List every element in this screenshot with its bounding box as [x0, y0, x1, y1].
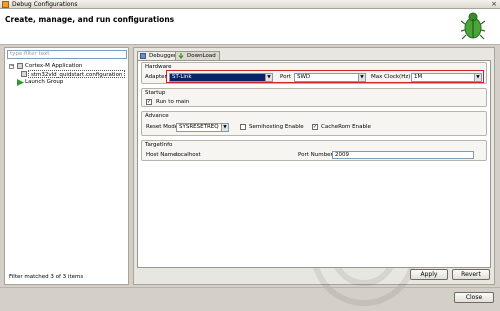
filter-status: Filter matched 3 of 3 items — [9, 274, 84, 280]
reset-mode-select[interactable]: SYSRESETREQ ▼ — [176, 123, 229, 132]
hardware-group: Hardware Adapter ST-Link ▼ Port SWD ▼ Ma… — [141, 62, 487, 84]
port-number-label: Port Number: — [298, 152, 335, 158]
debugger-tab-icon — [140, 53, 146, 59]
port-select[interactable]: SWD ▼ — [294, 73, 366, 82]
chevron-down-icon[interactable]: ▼ — [221, 124, 228, 131]
button-bar-separator — [0, 287, 500, 288]
advance-group-label: Advance — [145, 113, 169, 119]
host-name-label: Host Name: — [146, 152, 179, 158]
config-editor-panel: Debugger DownLoad Hardware Adapter ST-Li… — [133, 47, 495, 306]
app-icon — [2, 1, 9, 8]
host-name-value[interactable]: localhost — [176, 152, 201, 158]
tab-debugger[interactable]: Debugger — [137, 51, 181, 60]
port-value: SWD — [297, 74, 311, 80]
adapter-value: ST-Link — [172, 74, 192, 80]
bug-icon — [460, 12, 486, 40]
startup-group: Startup ✓ Run to main — [141, 88, 487, 107]
cacherom-label: CacheRom Enable — [321, 124, 371, 130]
reset-mode-value: SYSRESETREQ — [179, 124, 219, 130]
port-number-input[interactable]: 2009 — [332, 151, 474, 159]
adapter-label: Adapter — [145, 74, 167, 80]
tree-collapse-icon[interactable]: − — [9, 64, 14, 69]
config-tree-panel: type filter text − Cortex-M Application … — [4, 47, 129, 285]
cortex-app-icon — [17, 63, 23, 69]
targetinfo-group-label: TargetInfo — [145, 142, 173, 148]
header-title: Create, manage, and run configurations — [5, 15, 175, 24]
port-label: Port — [280, 74, 291, 80]
adapter-select[interactable]: ST-Link ▼ — [169, 73, 273, 82]
launch-group-icon — [17, 79, 24, 86]
debugger-tab-content: Hardware Adapter ST-Link ▼ Port SWD ▼ Ma… — [137, 60, 491, 268]
window-title: Debug Configurations — [12, 1, 78, 8]
reset-mode-label: Reset Mode — [146, 124, 179, 130]
dialog-header: Create, manage, and run configurations — [0, 9, 500, 45]
revert-button[interactable]: Revert — [452, 269, 490, 280]
download-tab-icon — [178, 53, 184, 59]
window-close-icon[interactable]: × — [490, 1, 498, 8]
startup-group-label: Startup — [145, 90, 166, 96]
configuration-icon — [21, 71, 27, 77]
tree-item-cortex-m[interactable]: Cortex-M Application — [25, 62, 82, 70]
run-to-main-checkbox[interactable]: ✓ — [146, 99, 152, 105]
apply-button[interactable]: Apply — [410, 269, 448, 280]
tab-download-label: DownLoad — [187, 53, 216, 59]
run-to-main-label: Run to main — [156, 99, 190, 105]
tab-download[interactable]: DownLoad — [175, 51, 220, 60]
advance-group: Advance Reset Mode SYSRESETREQ ▼ Semihos… — [141, 111, 487, 136]
filter-input[interactable]: type filter text — [7, 50, 127, 59]
tab-debugger-label: Debugger — [149, 53, 177, 59]
chevron-down-icon[interactable]: ▼ — [358, 74, 365, 81]
max-clock-label: Max Clock(Hz) — [371, 74, 411, 80]
max-clock-select[interactable]: 1M ▼ — [411, 73, 482, 82]
tree-item-configuration[interactable]: stm32vld_quidstart.configuration — [28, 70, 126, 78]
max-clock-value: 1M — [414, 74, 423, 80]
tree-item-launch-group[interactable]: Launch Group — [25, 78, 63, 86]
semihosting-checkbox[interactable] — [240, 124, 246, 130]
close-button[interactable]: Close — [454, 292, 494, 303]
chevron-down-icon[interactable]: ▼ — [265, 74, 272, 81]
targetinfo-group: TargetInfo Host Name: localhost Port Num… — [141, 140, 487, 161]
chevron-down-icon[interactable]: ▼ — [474, 74, 481, 81]
semihosting-label: Semihosting Enable — [249, 124, 304, 130]
window-titlebar: Debug Configurations × — [0, 0, 500, 9]
cacherom-checkbox[interactable]: ✓ — [312, 124, 318, 130]
